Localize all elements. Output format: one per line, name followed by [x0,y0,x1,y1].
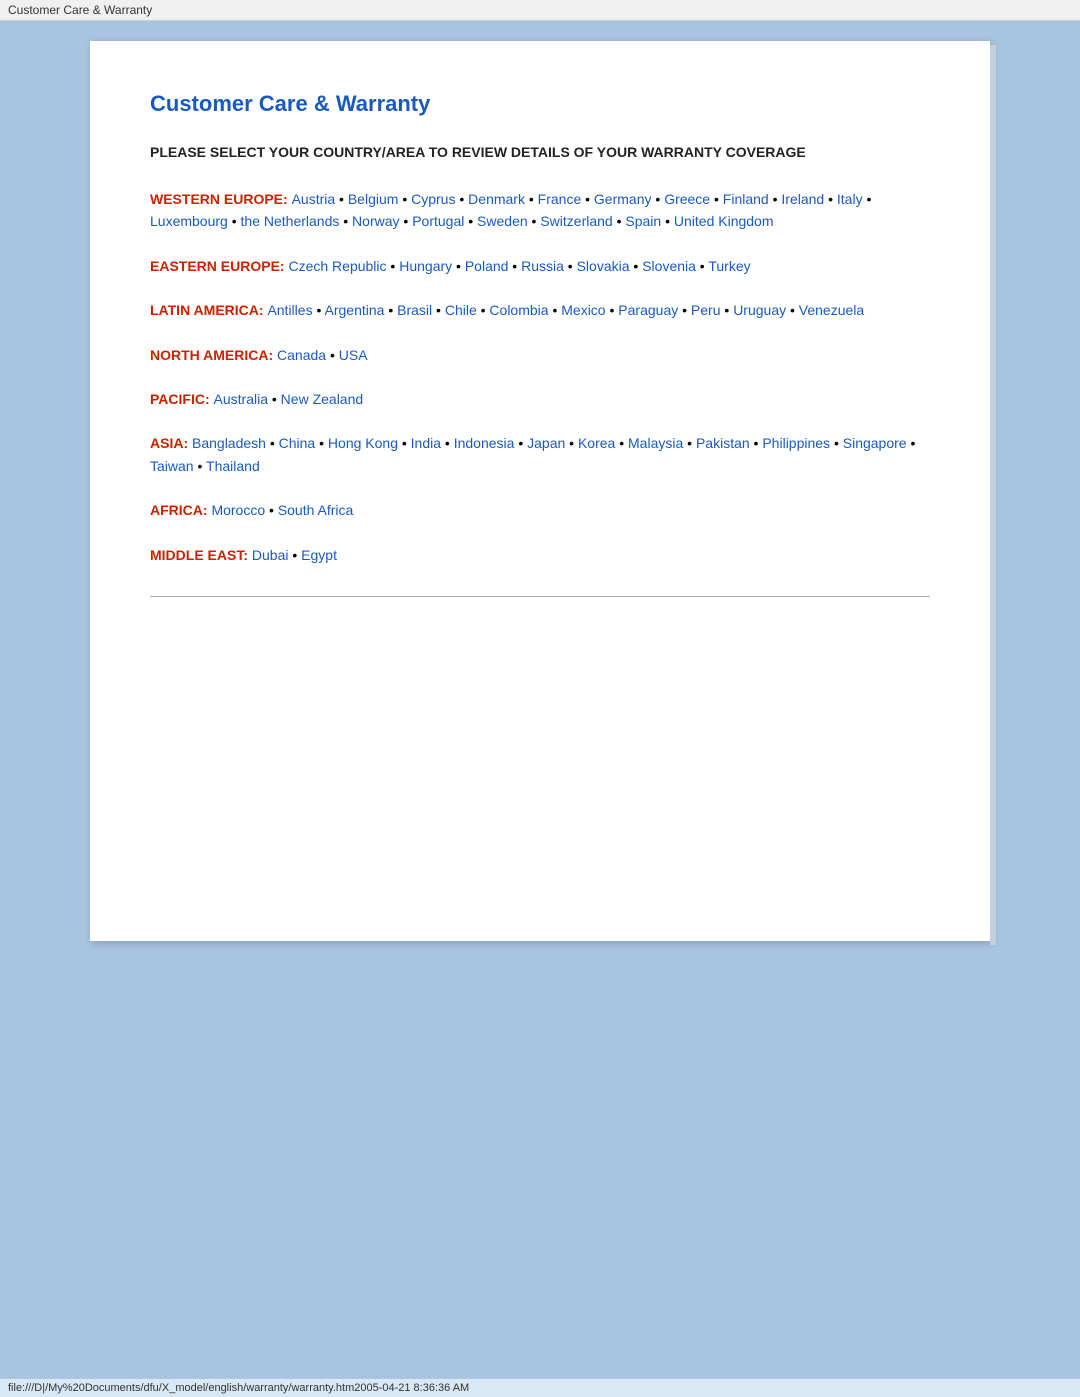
country-link-morocco[interactable]: Morocco [211,502,265,518]
country-link-indonesia[interactable]: Indonesia [454,435,515,451]
country-link-south-africa[interactable]: South Africa [278,502,354,518]
country-link-dubai[interactable]: Dubai [252,547,289,563]
country-link-india[interactable]: India [411,435,441,451]
country-link-russia[interactable]: Russia [521,258,564,274]
country-link-singapore[interactable]: Singapore [843,435,907,451]
country-link-mexico[interactable]: Mexico [561,302,605,318]
country-link-italy[interactable]: Italy [837,191,863,207]
country-link-china[interactable]: China [279,435,316,451]
country-link-argentina[interactable]: Argentina [325,302,385,318]
country-link-japan[interactable]: Japan [527,435,565,451]
country-link-bangladesh[interactable]: Bangladesh [192,435,266,451]
country-link-france[interactable]: France [538,191,582,207]
country-link-malaysia[interactable]: Malaysia [628,435,683,451]
country-link-venezuela[interactable]: Venezuela [799,302,864,318]
page-subtitle: PLEASE SELECT YOUR COUNTRY/AREA TO REVIE… [150,142,930,163]
country-link-peru[interactable]: Peru [691,302,721,318]
country-link-austria[interactable]: Austria [292,191,336,207]
region-middle-east: MIDDLE EAST: Dubai • Egypt [150,544,930,566]
divider [150,596,930,597]
browser-content: Customer Care & Warranty PLEASE SELECT Y… [0,21,1080,1378]
country-link-australia[interactable]: Australia [214,391,268,407]
region-label-eastern-europe: EASTERN EUROPE: [150,258,288,274]
region-label-western-europe: WESTERN EUROPE: [150,191,292,207]
country-link-united-kingdom[interactable]: United Kingdom [674,213,774,229]
country-link-luxembourg[interactable]: Luxembourg [150,213,228,229]
country-link-ireland[interactable]: Ireland [781,191,824,207]
country-link-slovakia[interactable]: Slovakia [577,258,630,274]
country-link-uruguay[interactable]: Uruguay [733,302,786,318]
region-africa: AFRICA: Morocco • South Africa [150,499,930,521]
region-western-europe: WESTERN EUROPE: Austria • Belgium • Cypr… [150,188,930,233]
country-link-colombia[interactable]: Colombia [489,302,548,318]
country-link-cyprus[interactable]: Cyprus [411,191,455,207]
country-link-slovenia[interactable]: Slovenia [642,258,696,274]
page-title: Customer Care & Warranty [150,91,930,117]
country-link-egypt[interactable]: Egypt [301,547,337,563]
country-link-hungary[interactable]: Hungary [399,258,452,274]
page-card: Customer Care & Warranty PLEASE SELECT Y… [90,41,990,941]
country-link-hong-kong[interactable]: Hong Kong [328,435,398,451]
country-link-norway[interactable]: Norway [352,213,399,229]
region-pacific: PACIFIC: Australia • New Zealand [150,388,930,410]
country-link-sweden[interactable]: Sweden [477,213,528,229]
country-link-thailand[interactable]: Thailand [206,458,260,474]
country-link-finland[interactable]: Finland [723,191,769,207]
country-link-greece[interactable]: Greece [664,191,710,207]
region-north-america: NORTH AMERICA: Canada • USA [150,344,930,366]
country-link-brasil[interactable]: Brasil [397,302,432,318]
country-link-taiwan[interactable]: Taiwan [150,458,194,474]
region-label-north-america: NORTH AMERICA: [150,347,277,363]
region-label-asia: ASIA: [150,435,192,451]
region-latin-america: LATIN AMERICA: Antilles • Argentina • Br… [150,299,930,321]
country-link-czech-republic[interactable]: Czech Republic [288,258,386,274]
region-eastern-europe: EASTERN EUROPE: Czech Republic • Hungary… [150,255,930,277]
country-link-portugal[interactable]: Portugal [412,213,464,229]
country-link-philippines[interactable]: Philippines [762,435,830,451]
title-bar: Customer Care & Warranty [0,0,1080,21]
country-link-poland[interactable]: Poland [465,258,509,274]
country-link-switzerland[interactable]: Switzerland [540,213,612,229]
country-link-pakistan[interactable]: Pakistan [696,435,750,451]
country-link-denmark[interactable]: Denmark [468,191,525,207]
country-link-spain[interactable]: Spain [625,213,661,229]
region-asia: ASIA: Bangladesh • China • Hong Kong • I… [150,432,930,477]
country-link-germany[interactable]: Germany [594,191,652,207]
country-link-chile[interactable]: Chile [445,302,477,318]
title-bar-text: Customer Care & Warranty [8,3,152,17]
status-bar: file:///D|/My%20Documents/dfu/X_model/en… [0,1378,1080,1397]
country-link-belgium[interactable]: Belgium [348,191,399,207]
country-link-usa[interactable]: USA [339,347,368,363]
country-link-canada[interactable]: Canada [277,347,326,363]
country-link-new-zealand[interactable]: New Zealand [281,391,364,407]
country-link-turkey[interactable]: Turkey [708,258,750,274]
status-bar-text: file:///D|/My%20Documents/dfu/X_model/en… [8,1382,469,1394]
region-label-latin-america: LATIN AMERICA: [150,302,267,318]
region-label-pacific: PACIFIC: [150,391,214,407]
country-link-paraguay[interactable]: Paraguay [618,302,678,318]
country-link-antilles[interactable]: Antilles [267,302,312,318]
country-link-the-netherlands[interactable]: the Netherlands [241,213,340,229]
country-link-korea[interactable]: Korea [578,435,615,451]
regions-container: WESTERN EUROPE: Austria • Belgium • Cypr… [150,188,930,566]
region-label-africa: AFRICA: [150,502,211,518]
region-label-middle-east: MIDDLE EAST: [150,547,252,563]
